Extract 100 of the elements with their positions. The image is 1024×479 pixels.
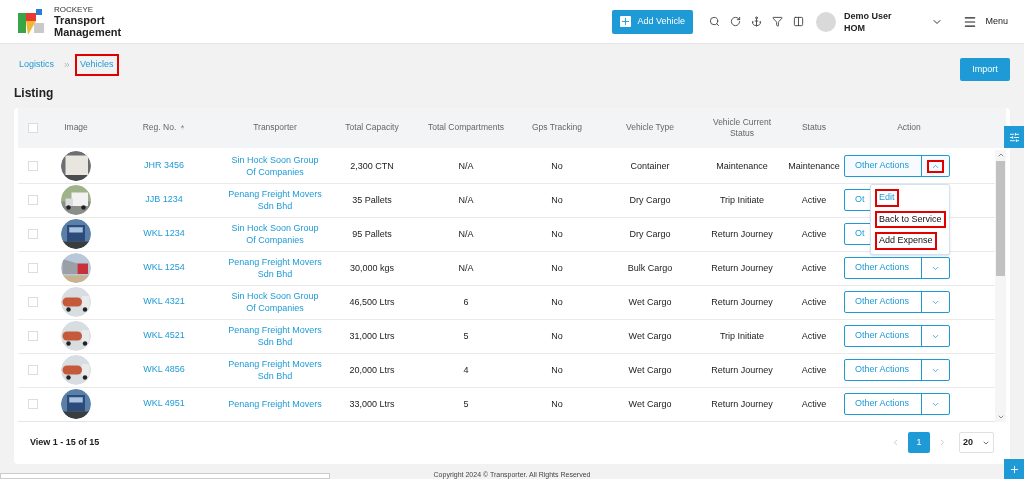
sort-icon[interactable] bbox=[180, 124, 186, 131]
breadcrumb-link[interactable]: Vehicles bbox=[75, 54, 119, 76]
import-button[interactable]: Import bbox=[960, 58, 1010, 81]
registration-link[interactable]: JHR 3456 bbox=[144, 159, 184, 173]
vehicle-type-cell: Wet Cargo bbox=[628, 330, 672, 342]
row-checkbox[interactable] bbox=[28, 297, 38, 307]
column-header: Image bbox=[64, 122, 88, 133]
settings-tab[interactable] bbox=[1004, 126, 1024, 148]
registration-link[interactable]: JJB 1234 bbox=[145, 193, 183, 207]
search-icon[interactable] bbox=[708, 16, 720, 27]
gps-cell: No bbox=[551, 330, 563, 342]
transporter-link[interactable]: Penang Freight Movers Sdn Bhd bbox=[228, 256, 322, 280]
row-checkbox[interactable] bbox=[28, 263, 38, 273]
vehicle-type-cell: Wet Cargo bbox=[628, 364, 672, 376]
status-cell: Active bbox=[801, 228, 827, 240]
compartments-cell: 5 bbox=[463, 330, 469, 342]
vehicle-type-cell: Bulk Cargo bbox=[627, 262, 673, 274]
transporter-link[interactable]: Sin Hock Soon Group Of Companies bbox=[228, 222, 322, 246]
row-checkbox[interactable] bbox=[28, 229, 38, 239]
add-floating-button[interactable] bbox=[1004, 459, 1024, 479]
add-vehicle-button[interactable]: Add Vehicle bbox=[612, 9, 693, 34]
transporter-link[interactable]: Penang Freight Movers Sdn Bhd bbox=[228, 188, 322, 212]
menu-item[interactable]: Add Expense bbox=[875, 232, 937, 250]
gps-cell: No bbox=[551, 398, 563, 410]
plus-icon bbox=[1008, 463, 1020, 475]
row-checkbox[interactable] bbox=[28, 399, 38, 409]
chevron-up-icon[interactable] bbox=[927, 159, 944, 173]
registration-link[interactable]: WKL 1234 bbox=[143, 227, 185, 241]
capacity-cell: 95 Pallets bbox=[352, 228, 392, 240]
registration-link[interactable]: WKL 4951 bbox=[143, 397, 185, 411]
plus-icon bbox=[620, 16, 632, 27]
compartments-cell: N/A bbox=[458, 194, 474, 206]
capacity-cell: 20,000 Ltrs bbox=[349, 364, 395, 376]
current-status-cell: Return Journey bbox=[711, 262, 773, 274]
logo-icon bbox=[16, 6, 46, 37]
refresh-icon[interactable] bbox=[729, 16, 741, 27]
capacity-cell: 35 Pallets bbox=[352, 194, 392, 206]
transporter-link[interactable]: Penang Freight Movers bbox=[228, 398, 322, 410]
row-checkbox[interactable] bbox=[28, 161, 38, 171]
compartments-cell: N/A bbox=[458, 228, 474, 240]
page-size-select[interactable]: 20 bbox=[959, 432, 994, 453]
other-actions-button[interactable]: Other Actions bbox=[844, 155, 950, 177]
other-actions-button[interactable]: Other Actions bbox=[844, 325, 950, 347]
user-name: Demo User bbox=[843, 9, 892, 22]
menu-item[interactable]: Edit bbox=[875, 189, 899, 207]
status-cell: Active bbox=[801, 398, 827, 410]
current-status-cell: Trip Initiate bbox=[719, 194, 765, 206]
status-cell: Active bbox=[801, 296, 827, 308]
vehicle-type-cell: Wet Cargo bbox=[628, 398, 672, 410]
other-actions-button[interactable]: Other Actions bbox=[844, 359, 950, 381]
select-all-checkbox[interactable] bbox=[28, 122, 38, 133]
registration-link[interactable]: WKL 4321 bbox=[143, 295, 185, 309]
page-button[interactable]: 1 bbox=[908, 432, 930, 453]
other-actions-button[interactable]: Other Actions bbox=[844, 291, 950, 313]
vehicle-type-cell: Wet Cargo bbox=[628, 296, 672, 308]
view-count: View 1 - 15 of 15 bbox=[30, 435, 100, 449]
current-status-cell: Return Journey bbox=[711, 228, 773, 240]
previous-page-icon[interactable] bbox=[891, 438, 900, 447]
current-status-cell: Trip Initiate bbox=[719, 330, 765, 342]
column-header: Gps Tracking bbox=[531, 122, 583, 133]
menu-icon bbox=[963, 14, 978, 29]
compartments-cell: 5 bbox=[463, 398, 469, 410]
vehicle-type-cell: Container bbox=[630, 160, 670, 172]
column-header: Total Compartments bbox=[427, 122, 505, 133]
gps-cell: No bbox=[551, 262, 563, 274]
status-cell: Active bbox=[801, 262, 827, 274]
next-page-icon[interactable] bbox=[938, 438, 947, 447]
current-status-cell: Return Journey bbox=[711, 364, 773, 376]
column-header: Reg. No. bbox=[142, 122, 177, 133]
avatar[interactable] bbox=[815, 11, 836, 32]
breadcrumb-link[interactable]: Logistics bbox=[14, 54, 59, 76]
anchor-icon[interactable] bbox=[750, 16, 762, 27]
compartments-cell: 4 bbox=[463, 364, 469, 376]
transporter-link[interactable]: Sin Hock Soon Group Of Companies bbox=[228, 290, 322, 314]
registration-link[interactable]: WKL 4521 bbox=[143, 329, 185, 343]
transporter-link[interactable]: Sin Hock Soon Group Of Companies bbox=[228, 154, 322, 178]
transporter-link[interactable]: Penang Freight Movers Sdn Bhd bbox=[228, 324, 322, 348]
registration-link[interactable]: WKL 4856 bbox=[143, 363, 185, 377]
scrollbar[interactable] bbox=[995, 149, 1006, 422]
gps-cell: No bbox=[551, 364, 563, 376]
capacity-cell: 33,000 Ltrs bbox=[349, 398, 395, 410]
compartments-cell: 6 bbox=[463, 296, 469, 308]
breadcrumb-separator-icon bbox=[63, 60, 71, 69]
row-checkbox[interactable] bbox=[28, 365, 38, 375]
filter-icon[interactable] bbox=[771, 16, 783, 27]
row-checkbox[interactable] bbox=[28, 331, 38, 341]
other-actions-button[interactable]: Other Actions bbox=[844, 257, 950, 279]
columns-icon[interactable] bbox=[792, 16, 804, 27]
capacity-cell: 30,000 kgs bbox=[349, 262, 394, 274]
menu-button[interactable]: Menu bbox=[963, 14, 1008, 29]
registration-link[interactable]: WKL 1254 bbox=[143, 261, 185, 275]
other-actions-button[interactable]: Other Actions bbox=[844, 393, 950, 415]
page-title: Listing bbox=[14, 84, 55, 102]
row-checkbox[interactable] bbox=[28, 195, 38, 205]
brand-title: Transport Management bbox=[54, 13, 123, 38]
transporter-link[interactable]: Penang Freight Movers Sdn Bhd bbox=[228, 358, 322, 382]
gps-cell: No bbox=[551, 228, 563, 240]
status-cell: Active bbox=[801, 330, 827, 342]
status-cell: Maintenance bbox=[788, 160, 840, 172]
menu-item[interactable]: Back to Service bbox=[875, 210, 946, 228]
